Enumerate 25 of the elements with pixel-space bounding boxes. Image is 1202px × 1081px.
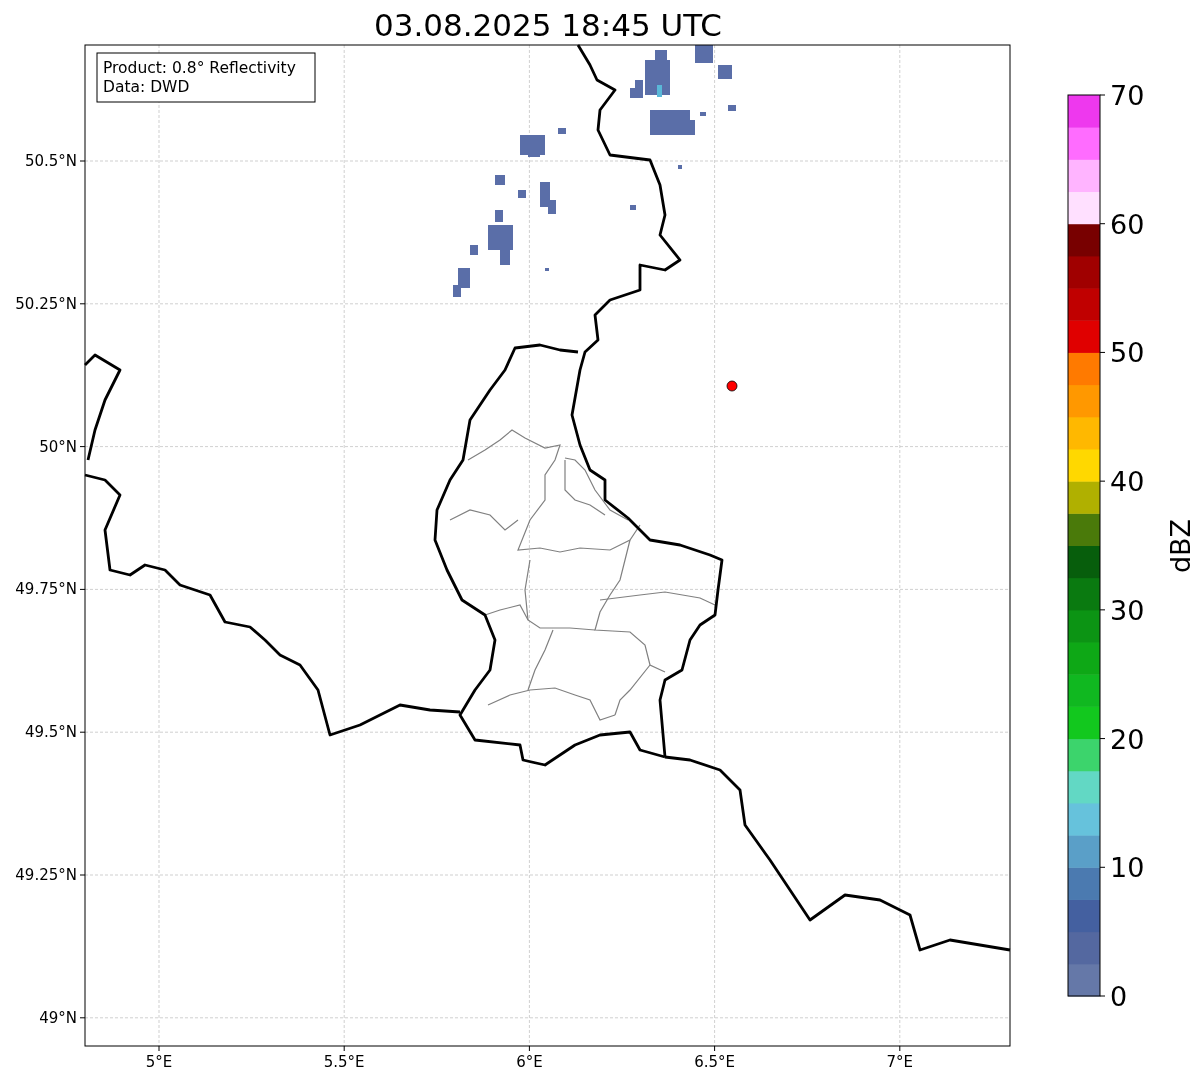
longitude-label: 6°E bbox=[516, 1053, 543, 1071]
info-text: Data: DWD bbox=[103, 78, 190, 96]
colorbar-tick-label: 50 bbox=[1110, 337, 1145, 369]
latitude-label: 50.5°N bbox=[24, 152, 77, 170]
colorbar-label: dBZ bbox=[1165, 518, 1196, 574]
latitude-label: 49°N bbox=[39, 1008, 77, 1027]
longitude-label: 7°E bbox=[886, 1053, 914, 1071]
info-text: Product: 0.8° Reflectivity bbox=[103, 59, 296, 77]
latitude-label: 49.75°N bbox=[15, 580, 77, 599]
colorbar-tick-label: 70 bbox=[1110, 80, 1145, 111]
radar-site-marker bbox=[726, 380, 738, 392]
chart-title: 03.08.2025 18:45 UTC bbox=[374, 7, 722, 43]
colorbar-tick-label: 60 bbox=[1110, 208, 1145, 240]
colorbar-tick-label: 20 bbox=[1110, 723, 1145, 755]
colorbar-tick-label: 30 bbox=[1110, 594, 1145, 626]
latitude-label: 50.25°N bbox=[15, 294, 77, 313]
latitude-label: 49.5°N bbox=[24, 723, 77, 742]
longitude-label: 6.5°E bbox=[694, 1053, 735, 1071]
latitude-label: 50°N bbox=[39, 437, 77, 456]
longitude-label: 5°E bbox=[145, 1053, 173, 1071]
colorbar-tick-label: 40 bbox=[1110, 466, 1145, 498]
colorbar-tick-label: 0 bbox=[1110, 981, 1128, 1012]
longitude-label: 5.5°E bbox=[323, 1053, 365, 1071]
colorbar-tick-label: 10 bbox=[1110, 852, 1145, 884]
latitude-label: 49.25°N bbox=[15, 866, 77, 884]
